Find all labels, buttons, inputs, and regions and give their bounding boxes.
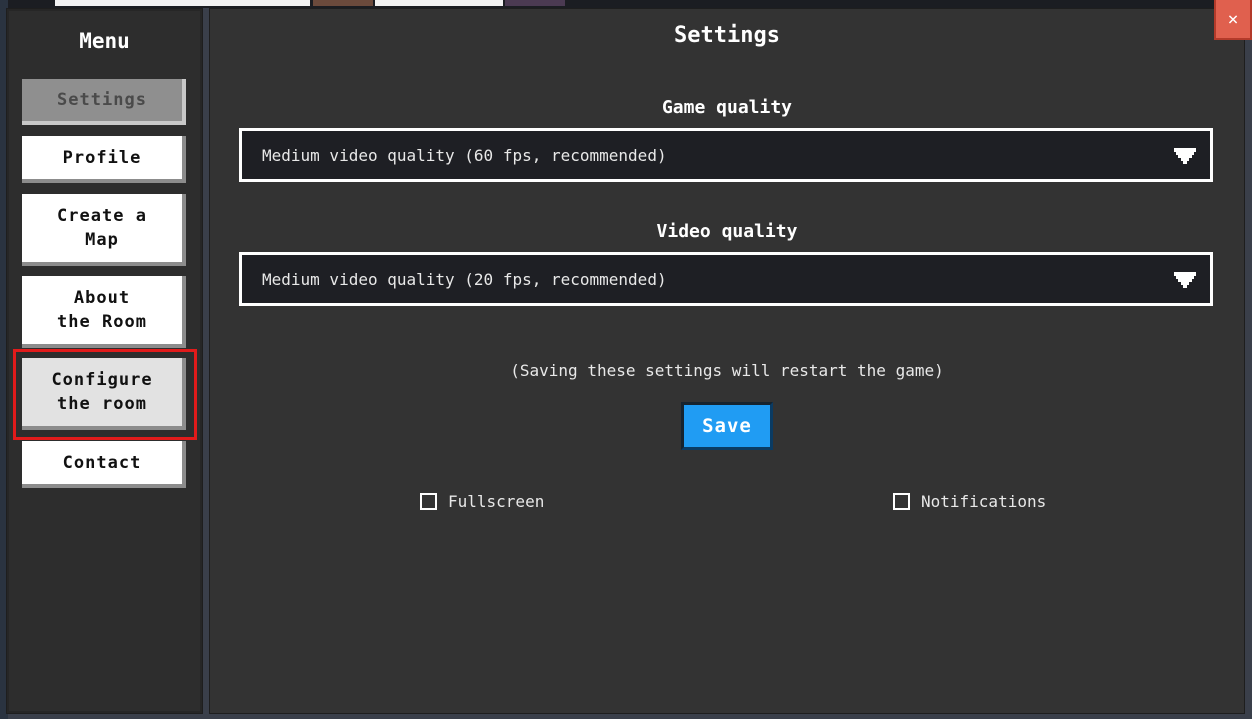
game-quality-label: Game quality [661, 97, 793, 118]
menu-item-about-room[interactable]: About the Room [22, 276, 186, 348]
selection-highlight [13, 349, 197, 440]
menu-title: Menu [79, 29, 130, 53]
restart-note: (Saving these settings will restart the … [510, 361, 944, 380]
menu-panel: Menu Settings Profile Create a Map About… [6, 8, 203, 714]
fullscreen-label: Fullscreen [448, 492, 545, 511]
video-quality-value: Medium video quality (20 fps, recommende… [262, 269, 667, 289]
video-quality-label: Video quality [656, 221, 798, 242]
background-scene-top [0, 0, 1252, 8]
settings-panel: Settings Game quality Medium video quali… [209, 8, 1245, 714]
save-button[interactable]: Save [681, 402, 773, 450]
background-tile [375, 0, 503, 6]
fullscreen-checkbox[interactable] [420, 493, 437, 510]
background-tile [55, 0, 310, 6]
chevron-down-icon [1174, 148, 1196, 164]
menu-item-settings[interactable]: Settings [22, 79, 186, 125]
background-tile [505, 0, 565, 6]
notifications-option: Notifications [893, 492, 1046, 511]
menu-item-contact[interactable]: Contact [22, 441, 186, 488]
video-quality-select[interactable]: Medium video quality (20 fps, recommende… [239, 252, 1213, 306]
menu-item-create-map[interactable]: Create a Map [22, 194, 186, 266]
notifications-checkbox[interactable] [893, 493, 910, 510]
chevron-down-icon [1174, 272, 1196, 288]
close-button[interactable]: × [1214, 0, 1252, 40]
game-quality-value: Medium video quality (60 fps, recommende… [262, 145, 667, 165]
fullscreen-option: Fullscreen [420, 492, 544, 511]
background-tile [313, 0, 373, 6]
menu-item-profile[interactable]: Profile [22, 136, 186, 183]
game-quality-select[interactable]: Medium video quality (60 fps, recommende… [239, 128, 1213, 182]
notifications-label: Notifications [921, 492, 1047, 511]
settings-title: Settings [674, 23, 780, 48]
